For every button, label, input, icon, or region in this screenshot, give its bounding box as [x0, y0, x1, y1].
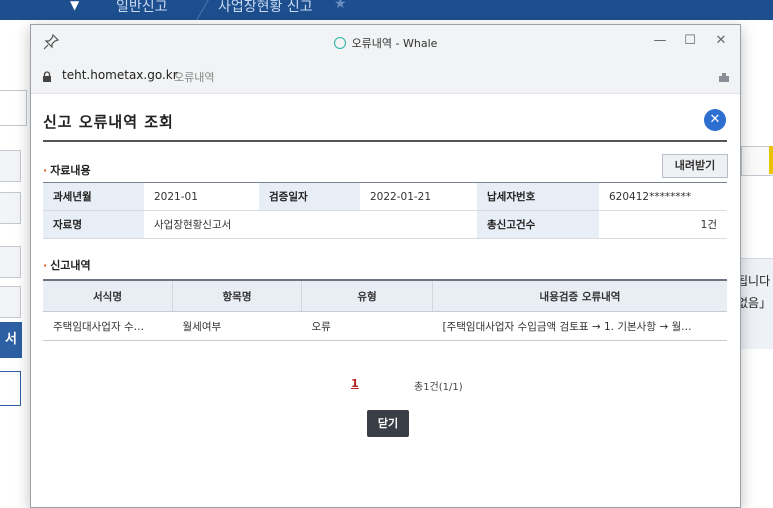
url-host[interactable]: teht.hometax.go.kr — [62, 68, 178, 82]
background-nav-bar: ▼ 일반신고 사업장현황 신고 ★ — [0, 0, 773, 20]
window-title: 오류내역 - Whale — [351, 36, 438, 50]
background-side-button[interactable] — [0, 150, 21, 182]
address-bar[interactable]: teht.hometax.go.kr 오류내역 — [31, 60, 740, 94]
background-side-input[interactable] — [0, 371, 21, 406]
nav-dropdown-icon[interactable]: ▼ — [70, 0, 79, 12]
loading-icon — [333, 36, 346, 49]
popup-window: 오류내역 - Whale — ☐ ✕ teht.hometax.go.kr 오류… — [30, 24, 741, 508]
column-header-item: 항목명 — [172, 280, 302, 312]
background-side-button[interactable] — [0, 286, 21, 318]
lock-icon — [43, 71, 51, 82]
total-count-label: 총신고건수 — [477, 210, 599, 239]
cell-type[interactable]: 오류 — [301, 311, 433, 341]
title-divider — [43, 140, 727, 142]
taxpayer-no-value: 620412******** — [599, 182, 727, 211]
close-popup-button[interactable]: ✕ — [704, 109, 726, 131]
download-button[interactable]: 내려받기 — [662, 154, 728, 178]
column-header-type: 유형 — [301, 280, 433, 312]
extension-icon[interactable] — [717, 70, 731, 84]
section-title-reports: · 신고내역 — [43, 259, 91, 272]
close-button[interactable]: 닫기 — [367, 410, 409, 437]
page-number-link[interactable]: 1 — [351, 377, 359, 390]
table-header-row: 서식명 항목명 유형 내용검증 오류내역 — [43, 280, 727, 312]
background-side-active-button[interactable]: 서 — [0, 322, 22, 358]
maximize-icon[interactable]: ☐ — [676, 28, 704, 54]
cell-error-detail[interactable]: [주택임대사업자 수입금액 검토표 → 1. 기본사항 → 월… — [432, 311, 727, 341]
window-close-icon[interactable]: ✕ — [707, 28, 735, 54]
background-tab[interactable] — [0, 90, 27, 126]
verify-date-value: 2022-01-21 — [360, 182, 477, 211]
tax-period-value: 2021-01 — [144, 182, 259, 211]
data-name-value: 사업장현황신고서 — [144, 210, 477, 239]
nav-item-business-report[interactable]: 사업장현황 신고 — [218, 0, 313, 16]
minimize-icon[interactable]: — — [646, 28, 674, 54]
cell-item-name[interactable]: 월세여부 — [172, 311, 302, 341]
taxpayer-no-label: 납세자번호 — [477, 182, 599, 211]
data-name-label: 자료명 — [43, 210, 144, 239]
section-title-data: · 자료내용 — [43, 164, 91, 177]
verify-date-label: 검증일자 — [259, 182, 360, 211]
background-right-text: 됩니다 없음」 — [737, 274, 772, 310]
total-count-value: 1건 — [599, 210, 727, 239]
table-row[interactable]: 주택임대사업자 수… 월세여부 오류 [주택임대사업자 수입금액 검토표 → 1… — [43, 311, 727, 341]
bullet-icon: · — [43, 164, 48, 177]
table-row: 자료명 사업장현황신고서 총신고건수 1건 — [43, 210, 727, 239]
column-header-error-detail: 내용검증 오류내역 — [432, 280, 727, 312]
background-side-button[interactable] — [0, 246, 21, 278]
nav-separator — [182, 0, 209, 20]
url-page-title: 오류내역 — [174, 71, 215, 84]
info-table: 과세년월 2021-01 검증일자 2022-01-21 납세자번호 62041… — [43, 182, 727, 239]
page-title: 신고 오류내역 조회 — [43, 113, 174, 131]
favorite-star-icon[interactable]: ★ — [334, 0, 347, 12]
column-header-form: 서식명 — [43, 280, 173, 312]
popup-content: 신고 오류내역 조회 ✕ · 자료내용 내려받기 과세년월 2021-01 검증일… — [31, 94, 740, 507]
background-side-button[interactable] — [0, 192, 21, 224]
window-titlebar[interactable]: 오류내역 - Whale — ☐ ✕ — [31, 25, 740, 60]
background-right-accent — [769, 146, 773, 174]
tax-period-label: 과세년월 — [43, 182, 144, 211]
table-row: 과세년월 2021-01 검증일자 2022-01-21 납세자번호 62041… — [43, 182, 727, 211]
nav-item-general-report[interactable]: 일반신고 — [116, 0, 168, 16]
bullet-icon: · — [43, 259, 48, 272]
error-list-table: 서식명 항목명 유형 내용검증 오류내역 주택임대사업자 수… 월세여부 오류 … — [43, 279, 727, 341]
page-total-count: 총1건(1/1) — [414, 382, 463, 393]
cell-form-name[interactable]: 주택임대사업자 수… — [43, 311, 173, 341]
